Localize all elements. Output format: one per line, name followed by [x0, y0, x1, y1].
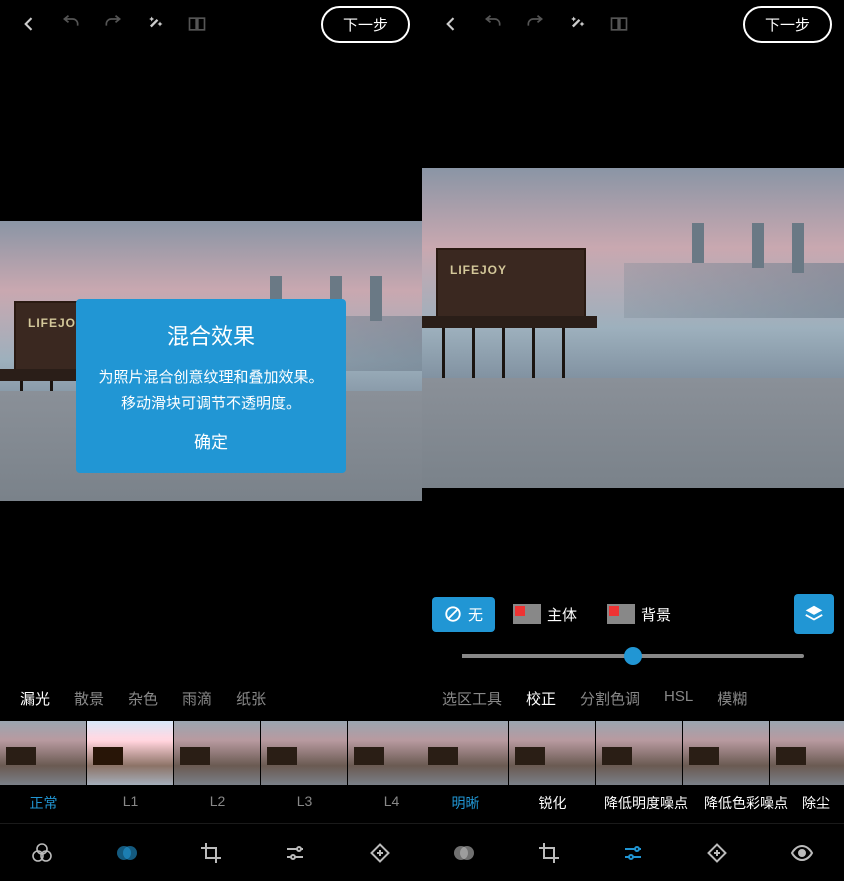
mask-subject-button[interactable]: 主体	[501, 597, 589, 632]
effect-thumbnails	[0, 721, 422, 785]
looks-icon[interactable]	[24, 835, 60, 871]
next-button[interactable]: 下一步	[321, 6, 410, 43]
tab-noise[interactable]: 杂色	[116, 684, 170, 713]
right-canvas: LIFEJOY	[422, 48, 844, 584]
label-color-nr[interactable]: 降低色彩噪点	[696, 793, 796, 813]
thumb-luminance-nr[interactable]	[596, 721, 682, 785]
adjust-icon[interactable]	[615, 835, 651, 871]
redo-icon[interactable]	[518, 7, 552, 41]
label-l2[interactable]: L2	[174, 793, 261, 813]
mask-background-button[interactable]: 背景	[595, 597, 683, 632]
tab-hsl[interactable]: HSL	[652, 684, 705, 713]
slider-thumb[interactable]	[624, 647, 642, 665]
blend-icon[interactable]	[109, 835, 145, 871]
tab-blur[interactable]: 模糊	[705, 684, 759, 713]
eye-icon[interactable]	[784, 835, 820, 871]
photo-preview[interactable]: LIFEJOY	[422, 168, 844, 488]
subject-thumb	[513, 604, 541, 624]
compare-icon[interactable]	[602, 7, 636, 41]
dialog-title: 混合效果	[94, 319, 328, 351]
label-dust[interactable]: 除尘	[796, 793, 836, 813]
thumb-sharpen[interactable]	[509, 721, 595, 785]
effect-thumbnails	[422, 721, 844, 785]
tab-correction[interactable]: 校正	[514, 684, 568, 713]
top-toolbar: 下一步	[422, 0, 844, 48]
label-normal[interactable]: 正常	[0, 793, 87, 813]
heal-icon[interactable]	[362, 835, 398, 871]
top-toolbar: 下一步	[0, 0, 422, 48]
label-l3[interactable]: L3	[261, 793, 348, 813]
next-button[interactable]: 下一步	[743, 6, 832, 43]
redo-icon[interactable]	[96, 7, 130, 41]
background-thumb	[607, 604, 635, 624]
undo-icon[interactable]	[54, 7, 88, 41]
thumb-l1[interactable]	[87, 721, 173, 785]
bottom-toolbar	[0, 823, 422, 881]
effect-labels: 正常 L1 L2 L3 L4	[0, 785, 422, 823]
tab-rain[interactable]: 雨滴	[170, 684, 224, 713]
none-icon	[444, 605, 462, 623]
magic-wand-icon[interactable]	[560, 7, 594, 41]
label-l1[interactable]: L1	[87, 793, 174, 813]
tab-selection[interactable]: 选区工具	[430, 684, 514, 713]
left-editor-panel: 下一步 LIFEJOY 混合效果 为照片混合创意纹理和叠加效果。移动滑块可调节不…	[0, 0, 422, 881]
undo-icon[interactable]	[476, 7, 510, 41]
dialog-ok-button[interactable]: 确定	[94, 428, 328, 453]
compare-icon[interactable]	[180, 7, 214, 41]
blend-icon[interactable]	[446, 835, 482, 871]
category-tabs: 选区工具 校正 分割色调 HSL 模糊	[422, 674, 844, 721]
thumb-dust[interactable]	[770, 721, 844, 785]
thumb-l3[interactable]	[261, 721, 347, 785]
thumb-color-nr[interactable]	[683, 721, 769, 785]
blend-dialog: 混合效果 为照片混合创意纹理和叠加效果。移动滑块可调节不透明度。 确定	[76, 299, 346, 473]
right-editor-panel: 下一步 LIFEJOY 无 主体 背景	[422, 0, 844, 881]
adjust-icon[interactable]	[277, 835, 313, 871]
tab-paper[interactable]: 纸张	[224, 684, 278, 713]
adjustment-slider[interactable]	[462, 654, 804, 658]
bottom-toolbar	[422, 823, 844, 881]
thumb-l4[interactable]	[348, 721, 422, 785]
magic-wand-icon[interactable]	[138, 7, 172, 41]
label-sharpen[interactable]: 锐化	[509, 793, 596, 813]
thumb-l2[interactable]	[174, 721, 260, 785]
layers-icon	[803, 603, 825, 625]
tab-light-leak[interactable]: 漏光	[8, 684, 62, 713]
back-icon[interactable]	[12, 7, 46, 41]
heal-icon[interactable]	[699, 835, 735, 871]
tab-bokeh[interactable]: 散景	[62, 684, 116, 713]
tab-split-tone[interactable]: 分割色调	[568, 684, 652, 713]
layers-button[interactable]	[794, 594, 834, 634]
left-canvas: LIFEJOY 混合效果 为照片混合创意纹理和叠加效果。移动滑块可调节不透明度。…	[0, 48, 422, 674]
label-clarity[interactable]: 明晰	[422, 793, 509, 813]
mask-none-button[interactable]: 无	[432, 597, 495, 632]
crop-icon[interactable]	[193, 835, 229, 871]
category-tabs: 漏光 散景 杂色 雨滴 纸张	[0, 674, 422, 721]
dialog-body: 为照片混合创意纹理和叠加效果。移动滑块可调节不透明度。	[94, 365, 328, 416]
thumb-normal[interactable]	[0, 721, 86, 785]
photo-sign: LIFEJOY	[450, 263, 507, 277]
back-icon[interactable]	[434, 7, 468, 41]
effect-labels: 明晰 锐化 降低明度噪点 降低色彩噪点 除尘	[422, 785, 844, 823]
thumb-clarity[interactable]	[422, 721, 508, 785]
mask-selector: 无 主体 背景	[422, 584, 844, 644]
crop-icon[interactable]	[531, 835, 567, 871]
label-luminance-nr[interactable]: 降低明度噪点	[596, 793, 696, 813]
